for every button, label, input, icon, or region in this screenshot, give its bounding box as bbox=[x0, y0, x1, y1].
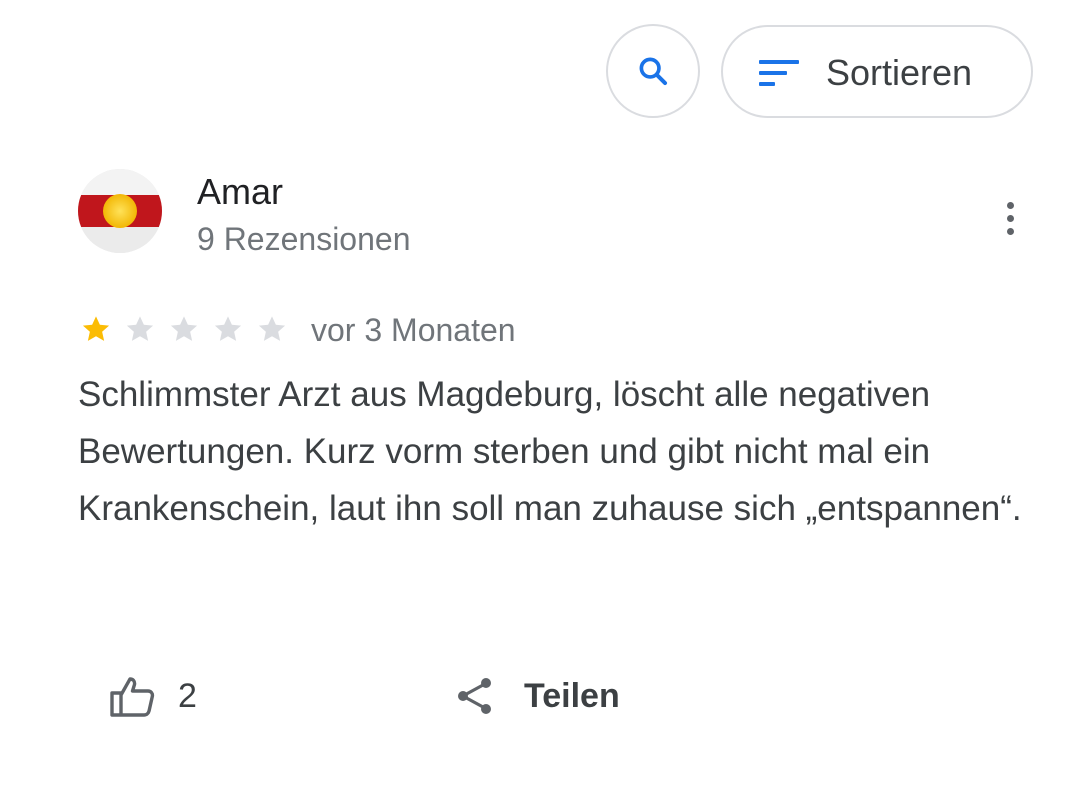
more-options-button[interactable] bbox=[990, 192, 1030, 244]
sort-icon bbox=[759, 60, 799, 86]
share-button[interactable]: Teilen bbox=[454, 668, 620, 724]
avatar-image bbox=[78, 169, 162, 253]
reviewer-name[interactable]: Amar bbox=[197, 170, 283, 214]
more-vert-icon bbox=[1006, 201, 1014, 209]
search-reviews-button[interactable] bbox=[606, 24, 700, 118]
star-rating bbox=[80, 313, 288, 345]
review-text: Schlimmster Arzt aus Magdeburg, löscht a… bbox=[78, 375, 1022, 528]
sort-button[interactable]: Sortieren bbox=[721, 25, 1033, 118]
sort-label: Sortieren bbox=[826, 52, 973, 93]
like-count: 2 bbox=[178, 676, 197, 715]
star-filled-icon bbox=[82, 316, 110, 341]
star-empty-icon bbox=[214, 316, 242, 341]
star-empty-icon bbox=[170, 316, 198, 341]
search-icon bbox=[639, 57, 668, 86]
more-vert-icon-dot bbox=[1006, 227, 1014, 235]
reviews-panel: Sortieren Amar 9 Rezensionen vor 3 Monat… bbox=[0, 0, 1089, 801]
avatar[interactable] bbox=[78, 169, 162, 253]
like-button[interactable]: 2 bbox=[108, 668, 197, 724]
share-icon bbox=[458, 678, 491, 714]
share-label: Teilen bbox=[524, 676, 620, 715]
more-vert-icon-dot bbox=[1006, 214, 1014, 222]
star-empty-icon bbox=[258, 316, 286, 341]
star-empty-icon bbox=[126, 316, 154, 341]
thumbs-up-icon bbox=[110, 677, 155, 717]
review-date: vor 3 Monaten bbox=[311, 312, 516, 348]
reviewer-review-count[interactable]: 9 Rezensionen bbox=[197, 219, 410, 259]
